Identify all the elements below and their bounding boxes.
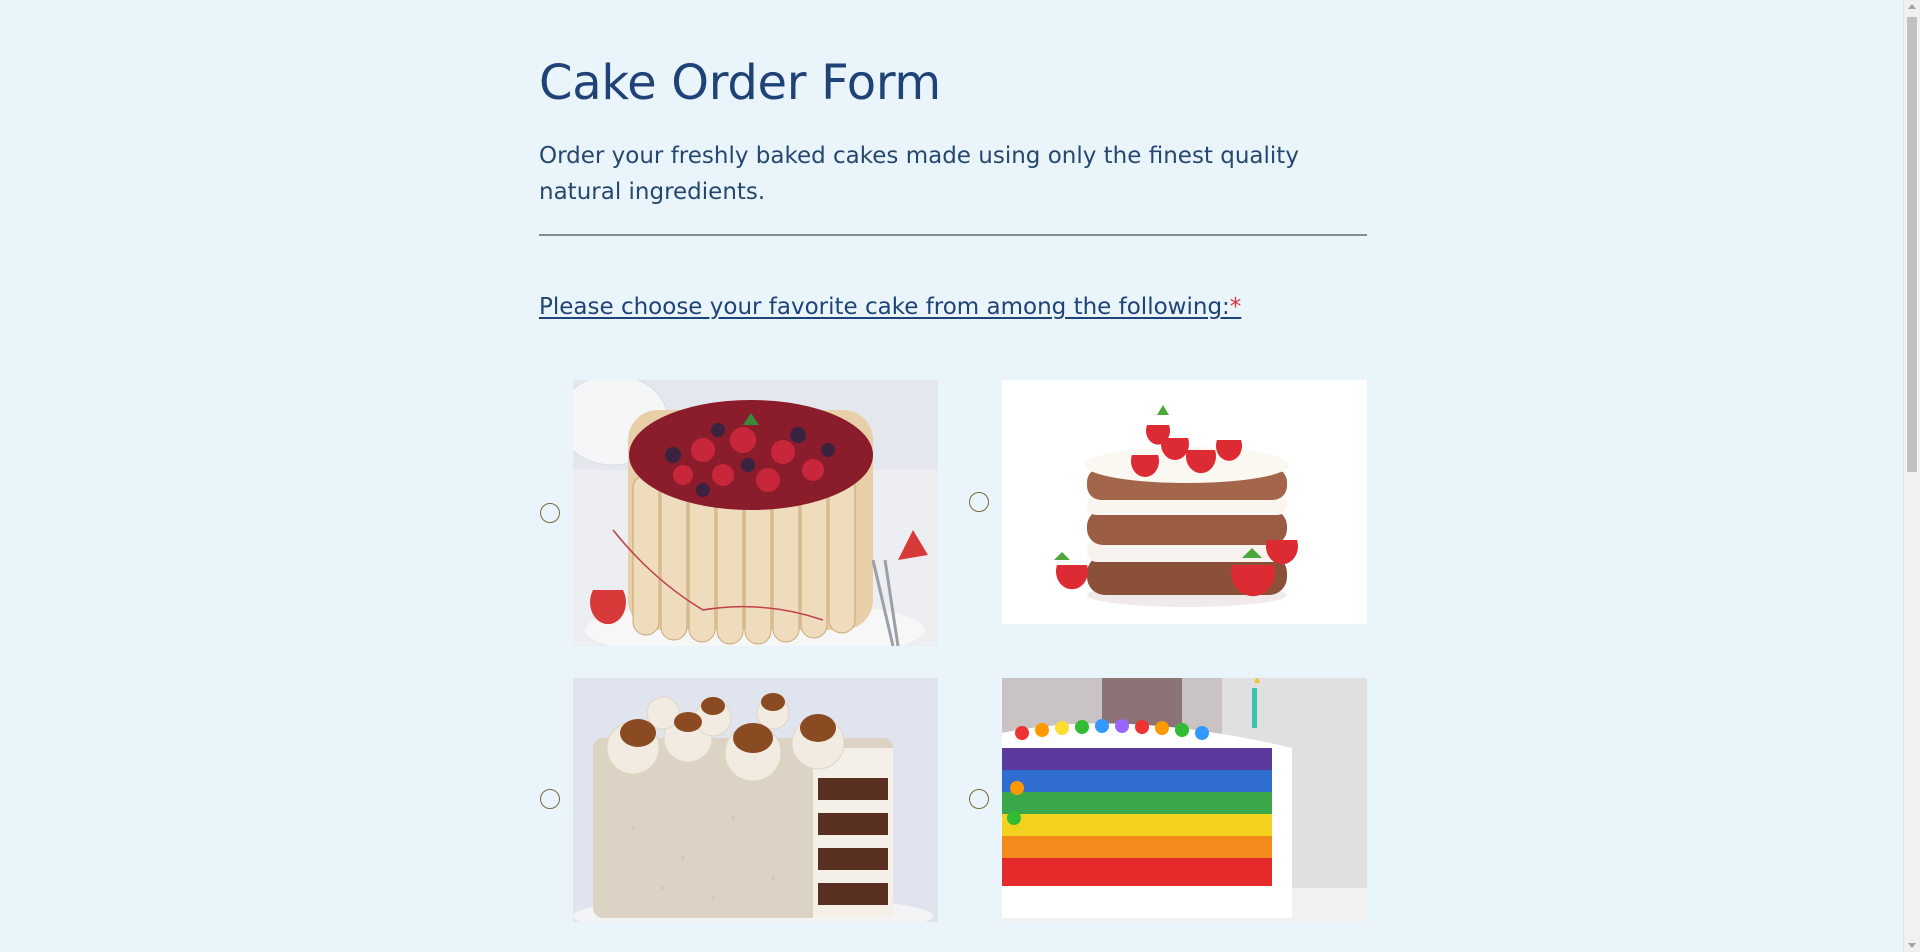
page-title: Cake Order Form [539, 55, 941, 111]
cake-question-label: Please choose your favorite cake from am… [539, 294, 1241, 320]
question-text: Please choose your favorite cake from am… [539, 294, 1230, 320]
cake-option-strawberry-layer[interactable] [968, 380, 1368, 624]
strawberry-layer-cake-image[interactable] [1002, 380, 1367, 624]
radio-button[interactable] [540, 503, 560, 523]
radio-button[interactable] [969, 789, 989, 809]
rainbow-cake-image[interactable] [1002, 678, 1367, 922]
scroll-down-arrow-icon[interactable] [1908, 943, 1916, 948]
cake-option-rainbow[interactable] [968, 678, 1368, 922]
radio-button[interactable] [969, 492, 989, 512]
caramel-cream-cake-image[interactable] [573, 678, 938, 922]
page: Cake Order Form Order your freshly baked… [0, 0, 1920, 952]
divider [539, 234, 1367, 236]
berry-charlotte-cake-image[interactable] [573, 380, 938, 646]
required-marker: * [1229, 294, 1242, 320]
vertical-scrollbar[interactable] [1903, 0, 1920, 952]
page-subtitle: Order your freshly baked cakes made usin… [539, 143, 1299, 205]
scrollbar-thumb[interactable] [1907, 17, 1917, 472]
cake-option-berry-charlotte[interactable] [539, 380, 939, 646]
cake-option-caramel-cream[interactable] [539, 678, 939, 922]
scroll-up-arrow-icon[interactable] [1908, 4, 1916, 9]
radio-button[interactable] [540, 789, 560, 809]
